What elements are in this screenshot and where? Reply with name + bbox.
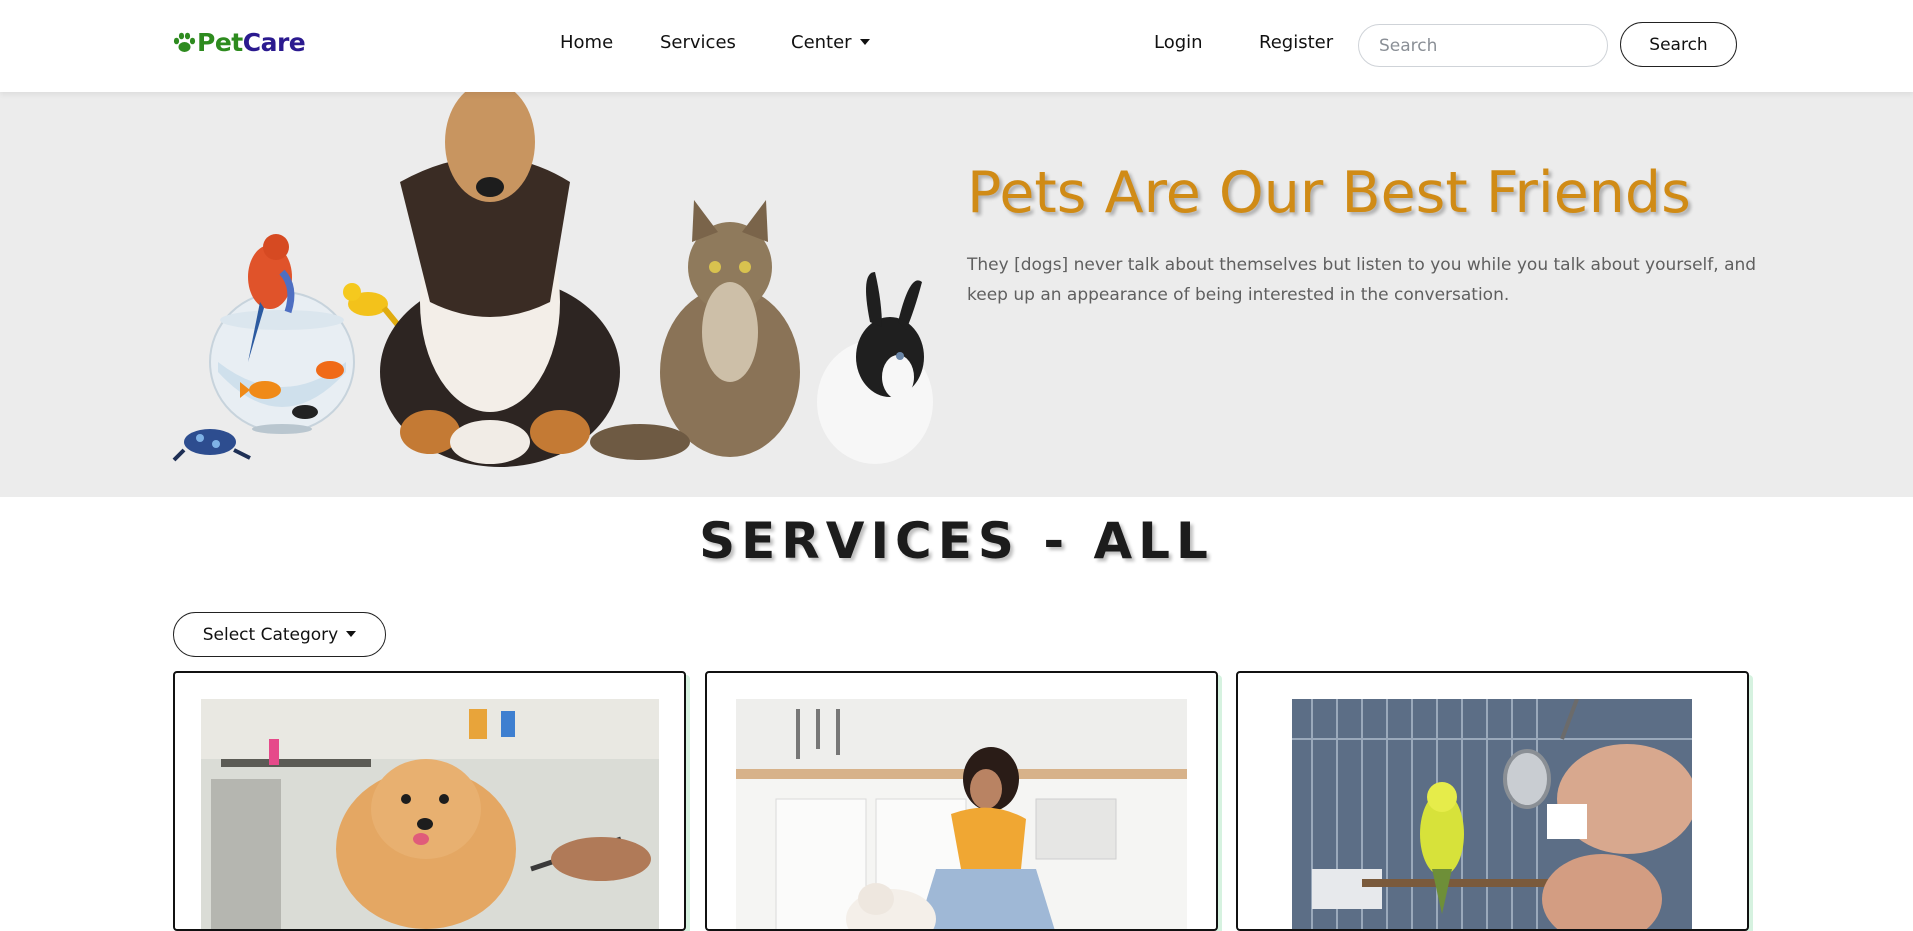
hero-quote: They [dogs] never talk about themselves … [967, 255, 1757, 305]
pets-group-image [172, 92, 933, 467]
grooming-service-image [201, 699, 659, 929]
nav-login-link[interactable]: Login [1154, 32, 1203, 53]
nav-center-label: Center [791, 32, 852, 53]
rabbit-icon [817, 272, 933, 464]
services-section-title: SERVICES - ALL [699, 512, 1214, 570]
chevron-down-icon [346, 630, 357, 637]
select-category-dropdown[interactable]: Select Category [173, 612, 386, 657]
brand-logo[interactable]: Pet Care [172, 28, 306, 57]
nav-center-dropdown[interactable]: Center [791, 32, 870, 53]
pet-sitting-service-image [736, 699, 1187, 929]
frog-icon [172, 429, 251, 462]
search-input[interactable] [1358, 24, 1608, 67]
chevron-down-icon [859, 39, 870, 45]
cat-icon [590, 200, 800, 460]
service-card[interactable] [173, 671, 686, 931]
navbar: Pet Care Home Services Center Login Regis… [0, 0, 1913, 92]
service-card[interactable] [1236, 671, 1749, 931]
brand-name-care: Care [242, 28, 306, 57]
search-button[interactable]: Search [1620, 22, 1737, 67]
nav-home-link[interactable]: Home [560, 32, 613, 53]
bird-care-service-image [1292, 699, 1692, 929]
service-card[interactable] [705, 671, 1218, 931]
brand-name-pet: Pet [197, 28, 243, 57]
dog-icon [380, 92, 620, 467]
hero-title: Pets Are Our Best Friends [967, 160, 1691, 226]
hero-banner: Pets Are Our Best Friends They [dogs] ne… [0, 92, 1913, 497]
paw-icon [173, 32, 196, 52]
fishbowl-icon [209, 291, 355, 434]
nav-register-link[interactable]: Register [1259, 32, 1333, 53]
select-category-label: Select Category [202, 624, 339, 645]
canary-icon [343, 283, 405, 332]
nav-services-link[interactable]: Services [660, 32, 736, 53]
